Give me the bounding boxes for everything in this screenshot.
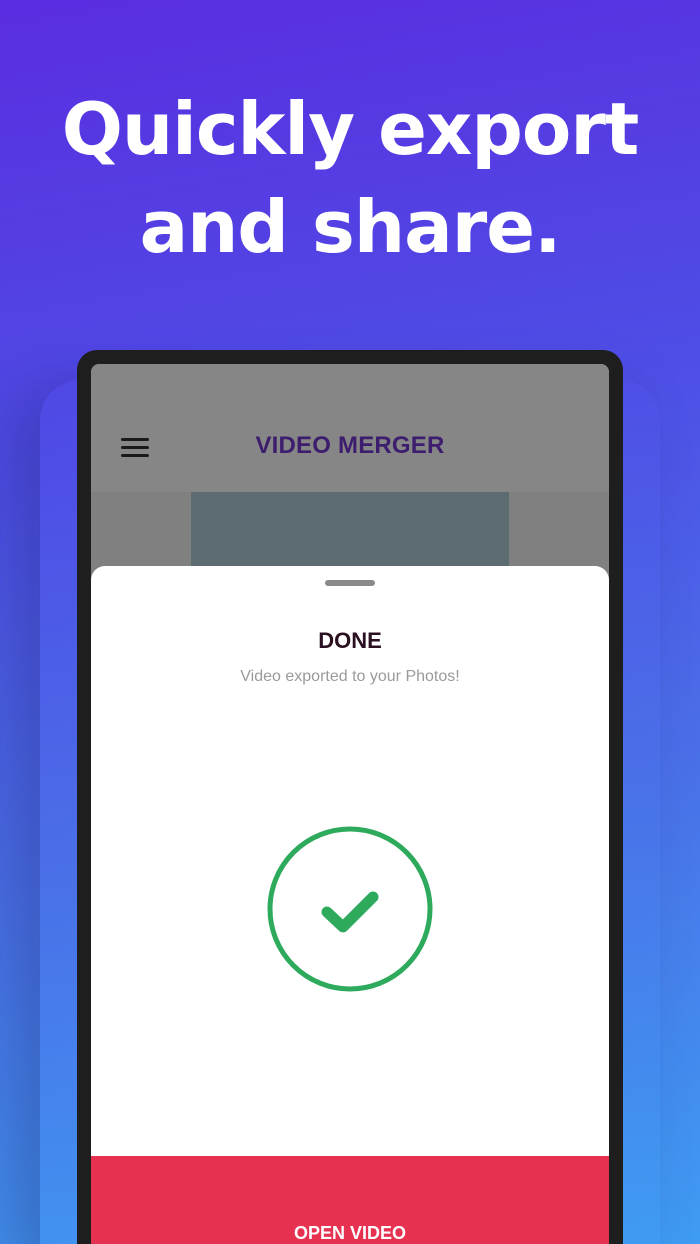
sheet-subtitle: Video exported to your Photos! — [240, 668, 460, 685]
app-title: VIDEO MERGER — [255, 432, 445, 459]
headline-line-1: Quickly export — [61, 87, 640, 171]
open-video-button[interactable]: OPEN VIDEO — [91, 1156, 609, 1244]
headline-line-2: and share. — [139, 185, 562, 269]
promo-headline: Quickly export and share. — [0, 80, 700, 276]
export-done-sheet: DONE Video exported to your Photos! OPEN… — [91, 566, 609, 1244]
app-header: VIDEO MERGER — [91, 364, 609, 492]
checkmark-circle-icon — [267, 826, 433, 992]
sheet-title: DONE — [318, 628, 382, 653]
sheet-grabber[interactable] — [325, 580, 375, 586]
device-screen: VIDEO MERGER DONE Video exported to your… — [91, 364, 609, 1244]
